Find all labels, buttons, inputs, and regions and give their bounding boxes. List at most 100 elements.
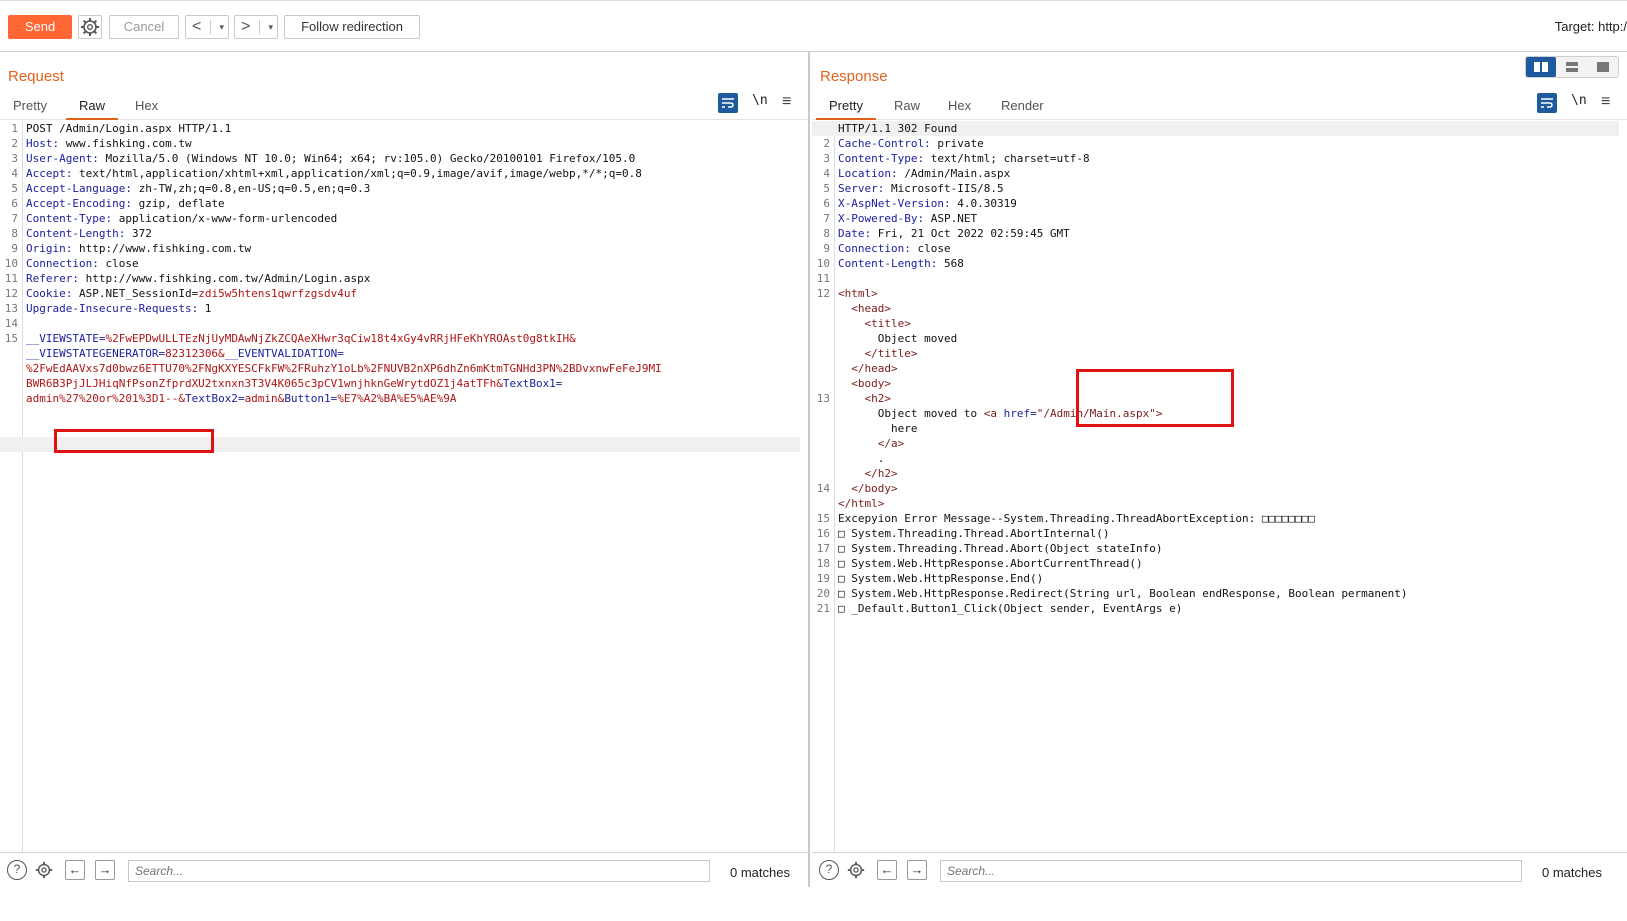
follow-redirection-button[interactable]: Follow redirection [284,15,420,39]
cancel-button[interactable]: Cancel [109,15,179,39]
param-name: __VIEWSTATEGENERATOR= [26,347,166,360]
code-line: Accept-Language: zh-TW,zh;q=0.8,en-US;q=… [26,181,370,196]
html-tag: <a [983,407,1004,420]
trace-line: □ System.Web.HttpResponse.End() [838,572,1044,585]
request-code[interactable]: POST /Admin/Login.aspx HTTP/1.1 Host: www… [24,121,808,881]
next-match-button[interactable]: → [95,860,115,880]
header-name: Cache-Control: [838,137,931,150]
line-number: 12 [4,287,18,300]
code-line: Cookie: ASP.NET_SessionId=zdi5w5htens1qw… [26,286,357,301]
search-settings-button[interactable] [846,860,866,880]
line-number: 9 [823,242,830,255]
tab-hex[interactable]: Hex [135,95,158,118]
tab-raw[interactable]: Raw [66,95,119,120]
param-value: BWR6B3PjJLJHiqNfPsonZfprdXU2txnxn3T3V4K0… [26,377,503,390]
code-line: User-Agent: Mozilla/5.0 (Windows NT 10.0… [26,151,635,166]
previous-match-button[interactable]: ← [65,860,85,880]
trace-line: □ System.Threading.Thread.AbortInternal(… [838,527,1110,540]
code-line: __VIEWSTATE=%2FwEPDwULLTEzNjUyMDAwNjZkZC… [26,331,576,346]
html-tag: <body> [838,377,891,390]
html-text: here [838,422,918,435]
html-text: Object moved [838,332,958,345]
line-number: 1 [11,122,18,135]
newline-toggle-icon[interactable]: \n [752,93,768,108]
header-name: Location: [838,167,898,180]
header-value: HTTP/1.1 302 Found [838,122,958,135]
settings-button[interactable] [78,15,102,39]
single-pane-icon [1597,62,1609,72]
forward-button[interactable]: > ▾ [234,15,278,39]
line-number: 13 [4,302,18,315]
header-value: 568 [937,257,964,270]
line-number: 5 [823,182,830,195]
param-name: __VIEWSTATE= [26,332,106,345]
line-number: 4 [11,167,18,180]
header-value: http://www.fishking.com.tw [72,242,252,255]
redirect-highlight-box [1076,369,1234,427]
menu-icon[interactable]: ≡ [782,93,791,111]
line-number: 14 [4,317,18,330]
request-panel: Request Pretty Raw Hex \n ≡ 1 2 3 4 5 6 7 8 9 10 1… [0,51,810,887]
html-line: Object moved [838,331,957,346]
arrow-left-icon: ← [880,862,894,877]
code-line: %2FwEdAAVxs7d0bwz6ETTU70%2FNgKXYESCFkFW%… [26,361,662,376]
line-number: 3 [823,152,830,165]
menu-icon[interactable]: ≡ [1601,93,1610,111]
line-number: 7 [11,212,18,225]
tab-render[interactable]: Render [1001,95,1044,118]
layout-stacked-button[interactable] [1557,57,1587,77]
line-number: 14 [816,482,830,495]
header-name: Accept: [26,167,73,180]
html-line: </title> [838,346,917,361]
word-wrap-icon[interactable] [718,93,738,113]
response-search-input[interactable] [940,860,1522,882]
html-line: </h2> [838,466,897,481]
send-button[interactable]: Send [8,15,72,39]
line-number: 16 [816,527,830,540]
word-wrap-icon[interactable] [1537,93,1557,113]
line-number: 8 [823,227,830,240]
chevron-down-icon[interactable]: ▾ [219,16,224,38]
line-number: 10 [816,257,830,270]
help-icon[interactable]: ? [7,860,27,880]
tab-hex[interactable]: Hex [948,95,971,118]
search-settings-button[interactable] [34,860,54,880]
newline-toggle-icon[interactable]: \n [1571,93,1587,108]
line-number: 6 [823,197,830,210]
html-attr: href= [1003,407,1037,420]
header-value: text/html,application/xhtml+xml,applicat… [72,167,642,180]
layout-side-by-side-button[interactable] [1526,57,1556,77]
match-count: 0 matches [730,865,790,880]
code-line: Connection: close [838,241,951,256]
back-button[interactable]: < ▾ [185,15,229,39]
code-line: Accept: text/html,application/xhtml+xml,… [26,166,642,181]
response-tabs: Pretty Raw Hex Render [812,95,1627,120]
request-search-input[interactable] [128,860,710,882]
tab-raw[interactable]: Raw [894,95,920,118]
response-panel: Response Pretty Raw Hex Render \n ≡ 12 3 4… [812,51,1627,887]
param-name: Button1= [284,392,338,405]
line-number: 11 [816,272,830,285]
back-arrow-icon: < [192,18,202,35]
match-count: 0 matches [1542,865,1602,880]
request-editor[interactable]: 1 2 3 4 5 6 7 8 9 10 11 12 13 14 15 POST /Admin/Login.… [0,121,808,881]
header-value: application/x-www-form-urlencoded [112,212,338,225]
header-name: Accept-Encoding: [26,197,132,210]
tab-pretty[interactable]: Pretty [13,95,47,118]
next-match-button[interactable]: → [907,860,927,880]
previous-match-button[interactable]: ← [877,860,897,880]
header-name: Accept-Language: [26,182,132,195]
response-editor[interactable]: 123456789101112131415161718192021 HTTP/1… [812,121,1627,881]
header-name: Date: [838,227,872,240]
header-name: Content-Type: [838,152,925,165]
html-line: <h2> [838,391,891,406]
header-name: X-Powered-By: [838,212,925,225]
code-line: X-Powered-By: ASP.NET [838,211,977,226]
tab-pretty[interactable]: Pretty [816,95,876,120]
chevron-down-icon[interactable]: ▾ [268,16,273,38]
layout-single-button[interactable] [1588,57,1618,77]
header-name: Content-Length: [838,257,938,270]
help-icon[interactable]: ? [819,860,839,880]
response-code[interactable]: HTTP/1.1 302 Found Cache-Control: private… [836,121,1627,881]
html-text: . [838,452,885,465]
